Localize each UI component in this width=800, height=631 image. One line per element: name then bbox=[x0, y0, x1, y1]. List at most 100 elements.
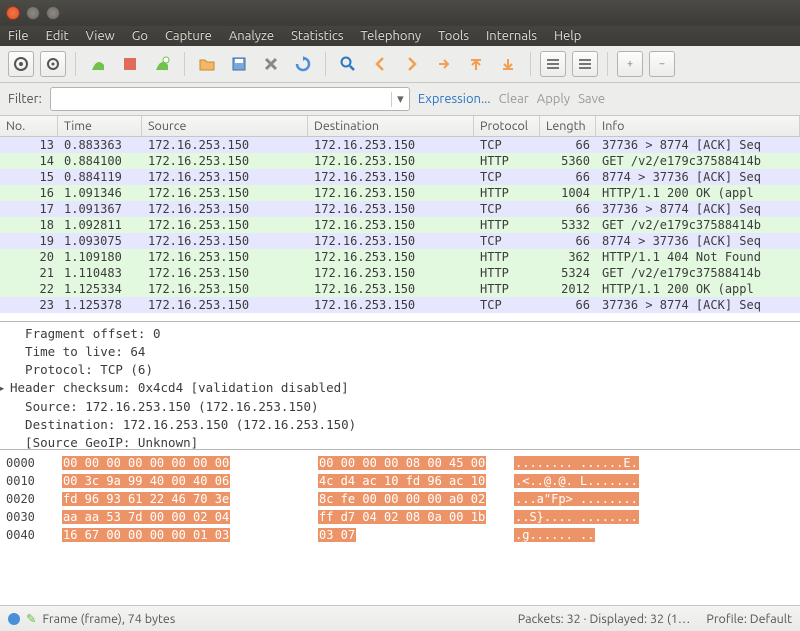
menu-telephony[interactable]: Telephony bbox=[361, 29, 422, 43]
menu-capture[interactable]: Capture bbox=[165, 29, 212, 43]
reload-icon bbox=[295, 56, 311, 72]
detail-line[interactable]: Protocol: TCP (6) bbox=[10, 361, 796, 379]
table-row[interactable]: 181.092811172.16.253.150172.16.253.150HT… bbox=[0, 217, 800, 233]
col-info[interactable]: Info bbox=[596, 116, 800, 136]
detail-line[interactable]: [Source GeoIP: Unknown] bbox=[10, 434, 796, 450]
filter-expression-link[interactable]: Expression... bbox=[418, 92, 491, 106]
stop-icon bbox=[123, 57, 137, 71]
hex-line[interactable]: 001000 3c 9a 99 40 00 40 064c d4 ac 10 f… bbox=[6, 472, 794, 490]
capture-comment-icon[interactable]: ✎ bbox=[26, 611, 36, 626]
arrow-bottom-icon bbox=[501, 56, 515, 72]
go-back-button[interactable] bbox=[367, 51, 393, 77]
find-button[interactable] bbox=[335, 51, 361, 77]
table-row[interactable]: 201.109180172.16.253.150172.16.253.150HT… bbox=[0, 249, 800, 265]
go-first-button[interactable] bbox=[463, 51, 489, 77]
packet-bytes-pane[interactable]: 000000 00 00 00 00 00 00 0000 00 00 00 0… bbox=[0, 450, 800, 605]
chevron-left-icon bbox=[374, 57, 386, 71]
interfaces-button[interactable] bbox=[8, 51, 34, 77]
search-icon bbox=[340, 56, 356, 72]
open-file-button[interactable] bbox=[194, 51, 220, 77]
save-file-button[interactable] bbox=[226, 51, 252, 77]
status-bar: ✎ Frame (frame), 74 bytes Packets: 32 · … bbox=[0, 605, 800, 631]
table-row[interactable]: 221.125334172.16.253.150172.16.253.150HT… bbox=[0, 281, 800, 297]
table-row[interactable]: 161.091346172.16.253.150172.16.253.150HT… bbox=[0, 185, 800, 201]
table-row[interactable]: 130.883363172.16.253.150172.16.253.150TC… bbox=[0, 137, 800, 153]
menu-view[interactable]: View bbox=[86, 29, 115, 43]
folder-open-icon bbox=[199, 57, 215, 71]
menu-file[interactable]: File bbox=[8, 29, 29, 43]
packet-list-pane: No. Time Source Destination Protocol Len… bbox=[0, 116, 800, 322]
hex-line[interactable]: 004016 67 00 00 00 00 01 0303 07.g......… bbox=[6, 526, 794, 544]
goto-arrow-icon bbox=[437, 57, 451, 71]
fin-start-icon bbox=[89, 55, 107, 73]
col-len[interactable]: Length bbox=[540, 116, 596, 136]
gear-icon bbox=[45, 56, 61, 72]
main-toolbar: + − bbox=[0, 46, 800, 83]
chevron-right-icon bbox=[406, 57, 418, 71]
status-profile[interactable]: Profile: Default bbox=[706, 612, 792, 626]
detail-line[interactable]: Source: 172.16.253.150 (172.16.253.150) bbox=[10, 398, 796, 416]
table-row[interactable]: 191.093075172.16.253.150172.16.253.150TC… bbox=[0, 233, 800, 249]
col-time[interactable]: Time bbox=[58, 116, 142, 136]
reload-button[interactable] bbox=[290, 51, 316, 77]
stop-capture-button[interactable] bbox=[117, 51, 143, 77]
col-source[interactable]: Source bbox=[142, 116, 308, 136]
col-no[interactable]: No. bbox=[0, 116, 58, 136]
menu-go[interactable]: Go bbox=[132, 29, 148, 43]
table-row[interactable]: 211.110483172.16.253.150172.16.253.150HT… bbox=[0, 265, 800, 281]
colorize-button[interactable] bbox=[540, 51, 566, 77]
status-frame: Frame (frame), 74 bytes bbox=[42, 612, 175, 626]
window-close-button[interactable] bbox=[6, 6, 20, 20]
filter-combo[interactable]: ▾ bbox=[50, 87, 410, 111]
hex-line[interactable]: 0030aa aa 53 7d 00 00 02 04ff d7 04 02 0… bbox=[6, 508, 794, 526]
menu-statistics[interactable]: Statistics bbox=[291, 29, 343, 43]
menu-analyze[interactable]: Analyze bbox=[229, 29, 274, 43]
hex-line[interactable]: 000000 00 00 00 00 00 00 0000 00 00 00 0… bbox=[6, 454, 794, 472]
start-capture-button[interactable] bbox=[85, 51, 111, 77]
hex-line[interactable]: 0020fd 96 93 61 22 46 70 3e8c fe 00 00 0… bbox=[6, 490, 794, 508]
table-row[interactable]: 171.091367172.16.253.150172.16.253.150TC… bbox=[0, 201, 800, 217]
menu-help[interactable]: Help bbox=[554, 29, 581, 43]
filter-input[interactable] bbox=[51, 90, 391, 109]
menu-bar: File Edit View Go Capture Analyze Statis… bbox=[0, 26, 800, 46]
go-forward-button[interactable] bbox=[399, 51, 425, 77]
filter-dropdown-arrow[interactable]: ▾ bbox=[391, 92, 409, 107]
detail-line[interactable]: Header checksum: 0x4cd4 [validation disa… bbox=[10, 379, 796, 397]
options-button[interactable] bbox=[40, 51, 66, 77]
close-file-button[interactable] bbox=[258, 51, 284, 77]
table-row[interactable]: 231.125378172.16.253.150172.16.253.150TC… bbox=[0, 297, 800, 313]
expert-info-icon[interactable] bbox=[8, 613, 20, 625]
filter-label: Filter: bbox=[8, 92, 42, 106]
arrow-top-icon bbox=[469, 56, 483, 72]
detail-line[interactable]: Destination: 172.16.253.150 (172.16.253.… bbox=[10, 416, 796, 434]
window-minimize-button[interactable] bbox=[26, 6, 40, 20]
menu-edit[interactable]: Edit bbox=[46, 29, 69, 43]
filter-save-link[interactable]: Save bbox=[578, 92, 605, 106]
save-icon bbox=[232, 57, 246, 71]
detail-line[interactable]: Time to live: 64 bbox=[10, 343, 796, 361]
detail-line[interactable]: Fragment offset: 0 bbox=[10, 325, 796, 343]
table-row[interactable]: 150.884119172.16.253.150172.16.253.150TC… bbox=[0, 169, 800, 185]
filter-clear-link[interactable]: Clear bbox=[499, 92, 529, 106]
go-to-button[interactable] bbox=[431, 51, 457, 77]
packet-list-header: No. Time Source Destination Protocol Len… bbox=[0, 116, 800, 137]
packet-details-pane[interactable]: Fragment offset: 0 Time to live: 64 Prot… bbox=[0, 322, 800, 450]
filter-apply-link[interactable]: Apply bbox=[537, 92, 570, 106]
packet-list-body[interactable]: 130.883363172.16.253.150172.16.253.150TC… bbox=[0, 137, 800, 321]
zoom-out-button[interactable]: − bbox=[649, 51, 675, 77]
go-last-button[interactable] bbox=[495, 51, 521, 77]
restart-capture-button[interactable] bbox=[149, 51, 175, 77]
window-titlebar bbox=[0, 0, 800, 26]
zoom-in-button[interactable]: + bbox=[617, 51, 643, 77]
table-row[interactable]: 140.884100172.16.253.150172.16.253.150HT… bbox=[0, 153, 800, 169]
menu-tools[interactable]: Tools bbox=[438, 29, 469, 43]
filter-bar: Filter: ▾ Expression... Clear Apply Save bbox=[0, 83, 800, 116]
close-icon bbox=[264, 57, 278, 71]
window-maximize-button[interactable] bbox=[46, 6, 60, 20]
fin-restart-icon bbox=[153, 55, 171, 73]
col-dest[interactable]: Destination bbox=[308, 116, 474, 136]
status-packets: Packets: 32 · Displayed: 32 (1… bbox=[518, 612, 691, 626]
auto-scroll-button[interactable] bbox=[572, 51, 598, 77]
menu-internals[interactable]: Internals bbox=[486, 29, 537, 43]
col-proto[interactable]: Protocol bbox=[474, 116, 540, 136]
